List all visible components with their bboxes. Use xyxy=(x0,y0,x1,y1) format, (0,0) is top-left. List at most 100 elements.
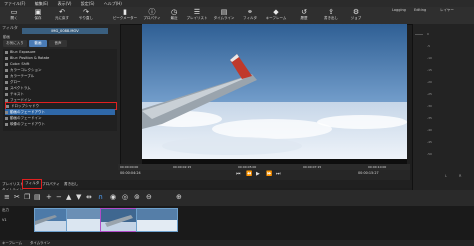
play-icon[interactable]: ▶ xyxy=(256,171,260,177)
properties-button[interactable]: ⓘ プロパティ xyxy=(140,8,164,23)
tab-audio[interactable]: 音声 xyxy=(49,40,67,47)
video-frame[interactable] xyxy=(142,24,407,159)
filter-button[interactable]: ⚭ フィルタ xyxy=(238,8,262,23)
filter-icon xyxy=(5,68,8,72)
editing-layout[interactable]: Editing xyxy=(414,8,426,12)
peak-meter-button[interactable]: ▮ ピークメーター xyxy=(110,8,140,23)
redo-button[interactable]: ↷ やり直し xyxy=(74,8,98,23)
zoom-in-icon[interactable]: ⊕ xyxy=(176,193,182,201)
track-v1-label: V1 xyxy=(2,218,7,222)
filter-icon xyxy=(5,116,8,120)
export-icon: ⇪ xyxy=(328,8,334,16)
lift-icon[interactable]: ▲ xyxy=(66,193,71,201)
copy-icon[interactable]: ❐ xyxy=(24,193,30,201)
jobs-button[interactable]: ⚙ ジョブ xyxy=(344,8,368,23)
bottom-dock-tabs: プレイリスト フィルタ プロパティ 書き出し xyxy=(0,179,412,189)
list-item[interactable]: 映像のフェードアウト xyxy=(5,121,115,127)
layout-label[interactable]: レイヤー xyxy=(440,8,454,13)
player-controls: 00:00:04:24 ⏮ ⏪ ▶ ⏩ ⏭ 00:00:15:27 xyxy=(118,170,410,180)
tab-favorites[interactable]: お気に入り xyxy=(3,40,27,47)
meter-icon: ▮ xyxy=(123,8,127,16)
playlist-icon: ☰ xyxy=(193,8,201,16)
keyframe-button[interactable]: ◆ キーフレーム xyxy=(262,8,290,23)
history-icon: ↺ xyxy=(301,8,307,16)
current-timecode[interactable]: 00:00:04:24 xyxy=(120,171,141,175)
menu-view[interactable]: 表示(V) xyxy=(58,1,72,6)
remove-icon[interactable]: − xyxy=(56,193,62,201)
timeline-button[interactable]: ▤ タイムライン xyxy=(210,8,238,23)
filter-icon xyxy=(5,86,8,90)
filter-icon xyxy=(5,62,8,66)
info-icon: ⓘ xyxy=(148,8,156,16)
meter-line xyxy=(415,34,423,35)
timeline-icon: ▤ xyxy=(220,8,228,16)
save-icon: ▣ xyxy=(34,8,42,16)
folder-icon: ▭ xyxy=(10,8,18,16)
main-toolbar: ▭ 開く ▣ 保存 ↶ 元に戻す ↷ やり直し ▮ ピークメーター ⓘ プロパティ ◷ 最近 … xyxy=(0,7,474,25)
track-output-label: 出力 xyxy=(2,208,9,212)
timeline-clip[interactable] xyxy=(34,208,68,232)
filters-panel-title: フィルタ xyxy=(2,25,18,30)
jobs-icon: ⚙ xyxy=(352,8,360,16)
undo-icon: ↶ xyxy=(59,8,65,16)
skip-previous-icon[interactable]: ⏮ xyxy=(236,171,241,177)
history-button[interactable]: ↺ 履歴 xyxy=(290,8,318,23)
recent-button[interactable]: ◷ 最近 xyxy=(162,8,186,23)
status-bar: キーフレーム タイムライン xyxy=(0,240,474,246)
menu-help[interactable]: ヘルプ(H) xyxy=(104,1,122,6)
rewind-icon[interactable]: ⏪ xyxy=(246,171,252,177)
status-timeline-tab[interactable]: タイムライン xyxy=(30,240,50,246)
clip-name-label: IMG_0088.MOV xyxy=(22,28,108,34)
filter-icon xyxy=(5,56,8,60)
skip-next-icon[interactable]: ⏭ xyxy=(276,171,281,177)
logging-layout[interactable]: Logging xyxy=(392,8,406,12)
tab-playlist[interactable]: プレイリスト xyxy=(2,180,24,188)
filter-icon: ⚭ xyxy=(247,8,253,16)
timeline-clip[interactable] xyxy=(66,208,102,232)
cut-icon[interactable]: ✂ xyxy=(14,193,20,201)
filter-icon xyxy=(5,74,8,78)
tab-video[interactable]: 動画 xyxy=(29,40,47,47)
timeline-toolbar: ≡ ✂ ❐ ▤ + − ▲ ▼ ⇹ ∩ ◉ ◎ ⊚ ⊖ ⊕ xyxy=(0,190,474,206)
timeline-clip[interactable] xyxy=(100,208,138,232)
filter-tabbar: お気に入り 動画 音声 xyxy=(3,40,75,47)
ripple-icon[interactable]: ◎ xyxy=(122,193,128,201)
snap-icon[interactable]: ∩ xyxy=(98,193,103,201)
timeline-tracks: 出力 V1 xyxy=(0,206,474,240)
scrub-icon[interactable]: ◉ xyxy=(110,193,116,201)
add-icon[interactable]: + xyxy=(46,193,52,201)
filter-icon xyxy=(5,92,8,96)
ripple-all-icon[interactable]: ⊚ xyxy=(134,193,140,201)
redo-icon: ↷ xyxy=(83,8,89,16)
filter-icon xyxy=(5,80,8,84)
open-button[interactable]: ▭ 開く xyxy=(2,8,26,23)
menu-icon[interactable]: ≡ xyxy=(4,193,10,201)
filter-icon xyxy=(5,50,8,54)
menu-bar: ファイル(F) 編集(E) 表示(V) 設定(S) ヘルプ(H) xyxy=(0,0,474,7)
clock-icon: ◷ xyxy=(170,8,178,16)
tab-filter[interactable]: フィルタ xyxy=(22,179,43,189)
audio-meter-panel: 0 -5 -10 -15 -20 -25 -30 -35 -40 -45 -50… xyxy=(412,24,474,204)
tab-properties[interactable]: プロパティ xyxy=(42,180,60,188)
filter-icon xyxy=(6,104,9,108)
status-keyframe-tab[interactable]: キーフレーム xyxy=(2,240,22,246)
playlist-button[interactable]: ☰ プレイリスト xyxy=(184,8,210,23)
timeline-clip[interactable] xyxy=(136,208,178,232)
filter-icon xyxy=(5,110,8,114)
filter-list: Blur: Exposure Blur: Position & Rotate C… xyxy=(3,49,117,131)
menu-settings[interactable]: 設定(S) xyxy=(81,1,95,6)
undo-button[interactable]: ↶ 元に戻す xyxy=(50,8,74,23)
zoom-out-icon[interactable]: ⊖ xyxy=(146,193,152,201)
save-button[interactable]: ▣ 保存 xyxy=(26,8,50,23)
menu-edit[interactable]: 編集(E) xyxy=(35,1,49,6)
menu-file[interactable]: ファイル(F) xyxy=(4,1,25,6)
filter-icon xyxy=(5,122,8,126)
paste-icon[interactable]: ▤ xyxy=(34,193,41,201)
overwrite-icon[interactable]: ▼ xyxy=(76,193,81,201)
tab-export[interactable]: 書き出し xyxy=(64,180,78,188)
duration-timecode: 00:00:15:27 xyxy=(358,171,379,175)
fast-forward-icon[interactable]: ⏩ xyxy=(266,171,272,177)
export-button[interactable]: ⇪ 書き出し xyxy=(318,8,344,23)
keyframe-icon: ◆ xyxy=(273,8,279,16)
split-icon[interactable]: ⇹ xyxy=(86,193,92,201)
